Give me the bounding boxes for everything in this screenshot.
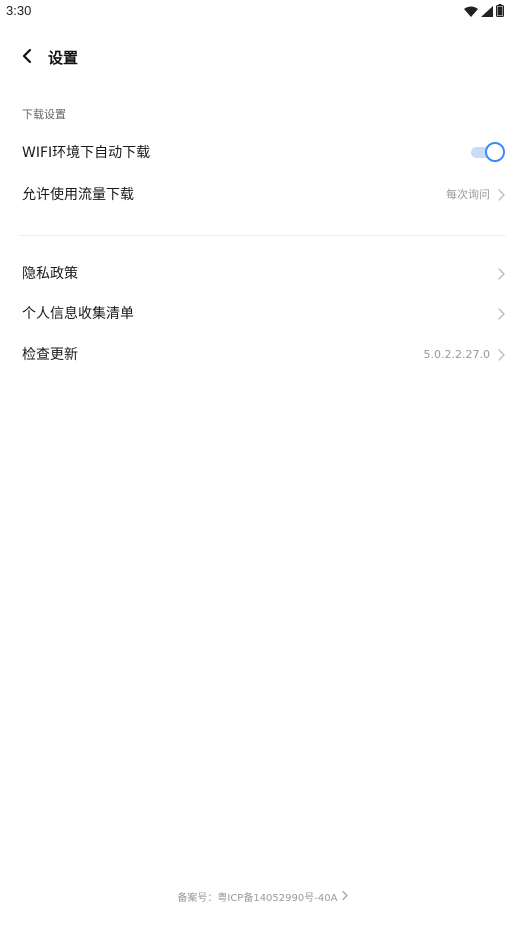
mobile-data-download-row[interactable]: 允许使用流量下载 每次询问 [0,174,526,214]
chevron-right-icon [496,347,506,361]
chevron-right-icon [496,266,506,280]
row-right: 5.0.2.2.27.0 [424,347,506,361]
wifi-auto-download-toggle[interactable] [471,142,505,162]
back-button[interactable] [14,45,40,71]
row-right: 每次询问 [446,186,506,202]
mobile-data-download-value: 每次询问 [446,188,490,201]
row-right [496,306,506,320]
chevron-right-icon [496,187,506,201]
wifi-icon [464,4,478,22]
battery-icon [496,4,504,22]
personal-info-list-row[interactable]: 个人信息收集清单 [0,293,526,333]
chevron-right-icon [341,890,349,904]
row-right [496,266,506,280]
header: 设置 [0,36,526,80]
toggle-knob [485,142,505,162]
icp-text: 备案号：粤ICP备14052990号-40A [177,893,338,904]
version-value: 5.0.2.2.27.0 [423,347,490,361]
section-divider [20,235,506,236]
check-update-row[interactable]: 检查更新 5.0.2.2.27.0 [0,334,526,374]
check-update-label: 检查更新 [22,347,78,363]
privacy-policy-row[interactable]: 隐私政策 [0,253,526,293]
page-title: 设置 [48,49,79,67]
cellular-signal-icon [481,4,493,22]
status-bar: 3:30 [0,0,526,22]
status-icons [464,4,504,22]
section-title-download: 下载设置 [22,108,66,121]
status-time: 3:30 [6,3,32,18]
personal-info-list-label: 个人信息收集清单 [22,306,134,322]
wifi-auto-download-label: WIFI环境下自动下载 [22,145,151,161]
mobile-data-download-label: 允许使用流量下载 [22,187,134,203]
privacy-policy-label: 隐私政策 [22,266,78,282]
back-arrow-icon [21,48,33,68]
wifi-auto-download-row[interactable]: WIFI环境下自动下载 [0,132,526,172]
chevron-right-icon [496,306,506,320]
icp-footer-link[interactable]: 备案号：粤ICP备14052990号-40A [0,889,526,904]
